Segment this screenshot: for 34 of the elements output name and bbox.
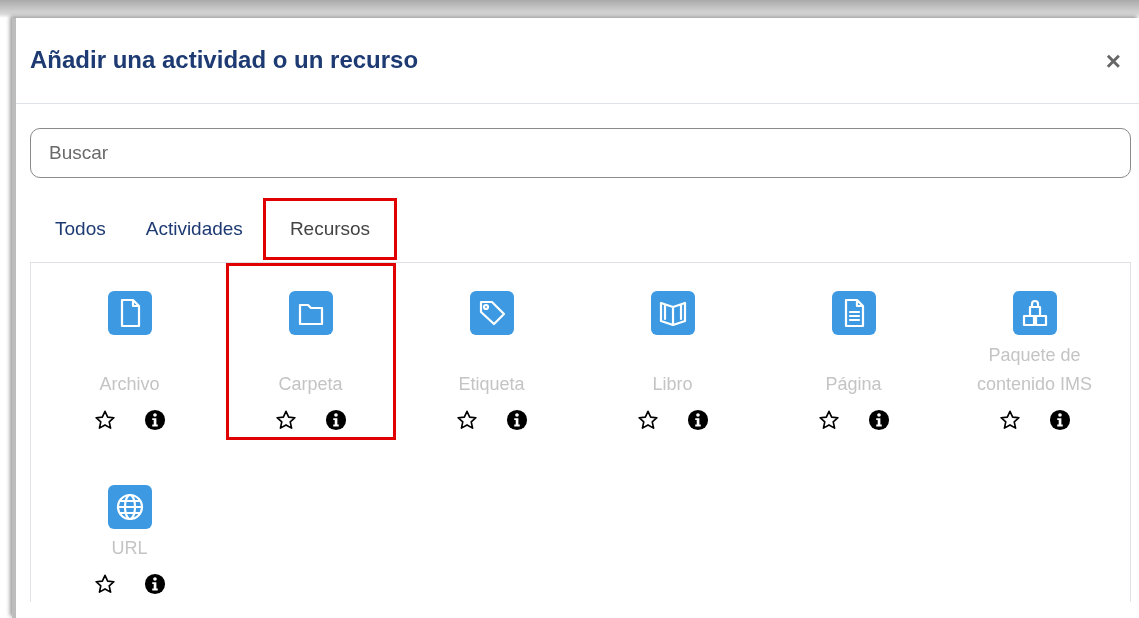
star-icon[interactable] <box>274 409 297 431</box>
close-button[interactable]: × <box>1101 47 1125 74</box>
item-name[interactable]: Libro <box>652 335 693 405</box>
info-icon[interactable] <box>505 409 528 431</box>
item-name[interactable]: Página <box>825 335 882 405</box>
info-icon[interactable] <box>143 409 166 431</box>
info-icon[interactable] <box>324 409 347 431</box>
tab[interactable]: Recursos <box>265 200 395 258</box>
star-icon[interactable] <box>93 409 116 431</box>
star-icon[interactable] <box>817 409 840 431</box>
tag-icon[interactable] <box>469 291 514 335</box>
boxes-icon[interactable] <box>1012 291 1057 335</box>
item-name[interactable]: Carpeta <box>278 335 343 405</box>
item-name[interactable]: Paquete de contenido IMS <box>959 335 1110 405</box>
star-icon[interactable] <box>636 409 659 431</box>
info-icon[interactable] <box>867 409 890 431</box>
tab[interactable]: Actividades <box>128 208 266 250</box>
search-field[interactable]: Buscar <box>30 128 1131 178</box>
star-icon[interactable] <box>455 409 478 431</box>
item-name[interactable]: URL <box>111 529 148 569</box>
info-icon[interactable] <box>143 573 166 595</box>
globe-icon[interactable] <box>107 485 152 529</box>
tab[interactable]: Todos <box>38 208 129 250</box>
book-icon[interactable] <box>650 291 695 335</box>
info-icon[interactable] <box>1048 409 1071 431</box>
star-icon[interactable] <box>93 573 116 595</box>
info-icon[interactable] <box>686 409 709 431</box>
item-name[interactable]: Archivo <box>99 335 160 405</box>
folder-icon[interactable] <box>288 291 333 335</box>
dialog-title: Añadir una actividad o un recurso <box>30 46 419 75</box>
document-icon[interactable] <box>831 291 876 335</box>
file-icon[interactable] <box>107 291 152 335</box>
star-icon[interactable] <box>998 409 1021 431</box>
item-name[interactable]: Etiqueta <box>458 335 525 405</box>
